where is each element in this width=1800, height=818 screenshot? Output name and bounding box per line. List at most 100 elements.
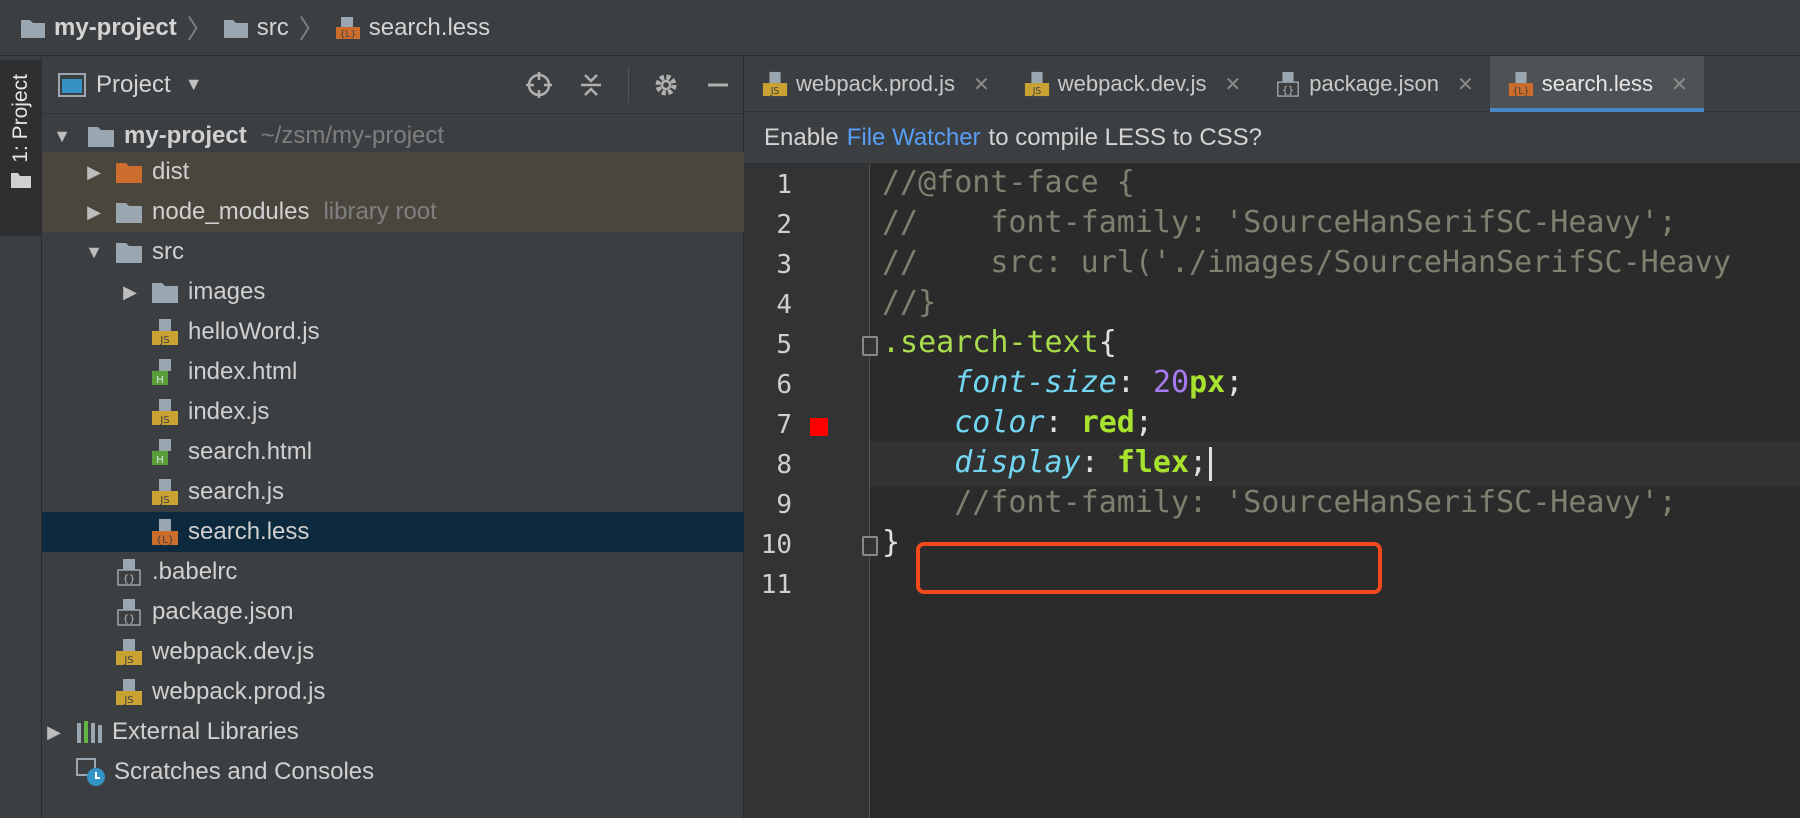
config-file-icon: {} <box>114 559 144 586</box>
editor-tabs: JS webpack.prod.js ✕ JS webpack.dev.js ✕… <box>744 56 1800 112</box>
file-watcher-link[interactable]: File Watcher <box>847 124 981 152</box>
color-swatch-icon[interactable] <box>810 418 828 436</box>
tool-window-strip: 1: Project <box>0 56 42 818</box>
close-icon[interactable]: ✕ <box>1225 72 1242 97</box>
breadcrumb-item-project[interactable]: my-project <box>20 14 177 42</box>
code-token: font-size <box>954 365 1117 400</box>
code-token: //@font-face { <box>882 165 1135 200</box>
code-token: // font-family: 'SourceHanSerifSC-Heavy'… <box>882 205 1677 240</box>
breadcrumb-item-file[interactable]: {L} search.less <box>335 14 490 42</box>
locate-icon[interactable] <box>524 70 554 100</box>
code-token: : <box>1116 365 1153 400</box>
tab-webpack-dev-js[interactable]: JS webpack.dev.js ✕ <box>1006 56 1258 112</box>
project-panel: Project ▼ ▼ my-project ~/zsm/my-project … <box>42 56 744 818</box>
code-editor[interactable]: 1 2 3 4 5 6 7 8 9 10 11 //@font-face {// font-fami… <box>744 164 1800 818</box>
folder-icon <box>223 19 248 38</box>
file-watcher-banner: Enable File Watcher to compile LESS to C… <box>744 112 1800 164</box>
less-file-icon: {L} <box>335 16 360 40</box>
js-file-icon: JS <box>1024 71 1049 97</box>
line-number: 3 <box>776 250 792 280</box>
html-file-icon: H <box>150 439 180 466</box>
project-tool-tab[interactable]: 1: Project <box>0 60 42 236</box>
tab-search-less[interactable]: {L} search.less ✕ <box>1489 56 1704 112</box>
close-icon[interactable]: ✕ <box>973 72 990 97</box>
project-panel-title[interactable]: Project <box>96 71 171 99</box>
code-token: : <box>1044 405 1081 440</box>
tree-item-search-less[interactable]: {L} search.less <box>42 512 744 552</box>
folder-icon <box>150 279 180 305</box>
code-token: //} <box>882 285 937 320</box>
js-file-icon: JS <box>150 399 180 426</box>
project-panel-header: Project ▼ <box>42 56 743 114</box>
libraries-icon <box>74 719 104 745</box>
expanded-arrow-icon[interactable]: ▼ <box>52 126 72 147</box>
code-token: color <box>954 405 1045 440</box>
chevron-down-icon[interactable]: ▼ <box>185 74 203 95</box>
fold-marker-icon[interactable] <box>862 336 878 356</box>
tree-item-package-json[interactable]: {} package.json <box>42 592 744 632</box>
svg-text:{L}: {L} <box>156 535 174 546</box>
breadcrumb-item-src[interactable]: src <box>223 14 289 42</box>
collapse-all-icon[interactable] <box>576 70 606 100</box>
close-icon[interactable]: ✕ <box>1457 72 1474 97</box>
tree-item-index-js[interactable]: JS index.js <box>42 392 744 432</box>
svg-text:JS: JS <box>159 415 169 426</box>
gear-icon[interactable] <box>651 70 681 100</box>
folder-icon <box>114 239 144 265</box>
code-token: flex <box>1116 445 1190 480</box>
chevron-right-icon: 〉 <box>186 14 213 44</box>
folder-icon <box>114 199 144 225</box>
line-gutter: 1 2 3 4 5 6 7 8 9 10 11 <box>744 164 870 818</box>
json-file-icon: {} <box>114 599 144 626</box>
annotation-highlight-box <box>916 542 1382 594</box>
line-number: 1 <box>776 170 792 200</box>
code-token: ; <box>1225 365 1244 400</box>
tree-item-search-html[interactable]: H search.html <box>42 432 744 472</box>
code-token: ; <box>1189 445 1208 480</box>
tree-item-webpack-prod-js[interactable]: JS webpack.prod.js <box>42 672 744 712</box>
svg-text:JS: JS <box>123 695 133 706</box>
tab-package-json[interactable]: {} package.json ✕ <box>1257 56 1489 112</box>
tree-item-helloword-js[interactable]: JS helloWord.js <box>42 312 744 352</box>
code-token: // src: url('./images/SourceHanSerifSC-H… <box>882 245 1731 280</box>
tree-item-node-modules[interactable]: ▶ node_modules library root <box>42 192 744 232</box>
line-number: 2 <box>776 210 792 240</box>
collapsed-arrow-icon[interactable]: ▶ <box>84 162 104 183</box>
js-file-icon: JS <box>762 71 788 97</box>
minimize-icon[interactable] <box>703 70 733 100</box>
tree-item-my-project[interactable]: ▼ my-project ~/zsm/my-project <box>42 116 744 156</box>
less-file-icon: {L} <box>1508 71 1533 97</box>
code-token: .search-text <box>882 325 1099 360</box>
tree-item-src[interactable]: ▼ src <box>42 232 744 272</box>
code-line: } <box>882 520 900 566</box>
tree-item-index-html[interactable]: H index.html <box>42 352 744 392</box>
svg-text:JS: JS <box>1031 86 1041 97</box>
scratches-icon <box>76 758 106 786</box>
tree-item-images[interactable]: ▶ images <box>42 272 744 312</box>
line-number: 5 <box>776 330 792 360</box>
code-token: } <box>882 525 901 560</box>
tree-item-scratches[interactable]: Scratches and Consoles <box>42 752 744 792</box>
collapsed-arrow-icon[interactable]: ▶ <box>84 202 104 223</box>
svg-text:JS: JS <box>770 86 780 97</box>
tab-webpack-prod-js[interactable]: JS webpack.prod.js ✕ <box>744 56 1006 112</box>
code-token: display <box>954 445 1081 480</box>
svg-text:JS: JS <box>159 335 169 346</box>
collapsed-arrow-icon[interactable]: ▶ <box>44 722 64 743</box>
line-number: 10 <box>760 530 792 560</box>
expanded-arrow-icon[interactable]: ▼ <box>84 242 104 263</box>
close-icon[interactable]: ✕ <box>1671 72 1688 97</box>
code-token: //font-family: 'SourceHanSerifSC-Heavy'; <box>882 485 1677 520</box>
tree-item-webpack-dev-js[interactable]: JS webpack.dev.js <box>42 632 744 672</box>
collapsed-arrow-icon[interactable]: ▶ <box>120 282 140 303</box>
json-file-icon: {} <box>1277 71 1300 97</box>
svg-text:{L}: {L} <box>340 30 356 40</box>
tree-item-search-js[interactable]: JS search.js <box>42 472 744 512</box>
line-number: 9 <box>776 490 792 520</box>
fold-marker-icon[interactable] <box>862 536 878 556</box>
tree-item-dist[interactable]: ▶ dist <box>42 152 744 192</box>
tree-item-external-libraries[interactable]: ▶ External Libraries <box>42 712 744 752</box>
code-token: { <box>1098 325 1117 360</box>
tree-item-babelrc[interactable]: {} .babelrc <box>42 552 744 592</box>
